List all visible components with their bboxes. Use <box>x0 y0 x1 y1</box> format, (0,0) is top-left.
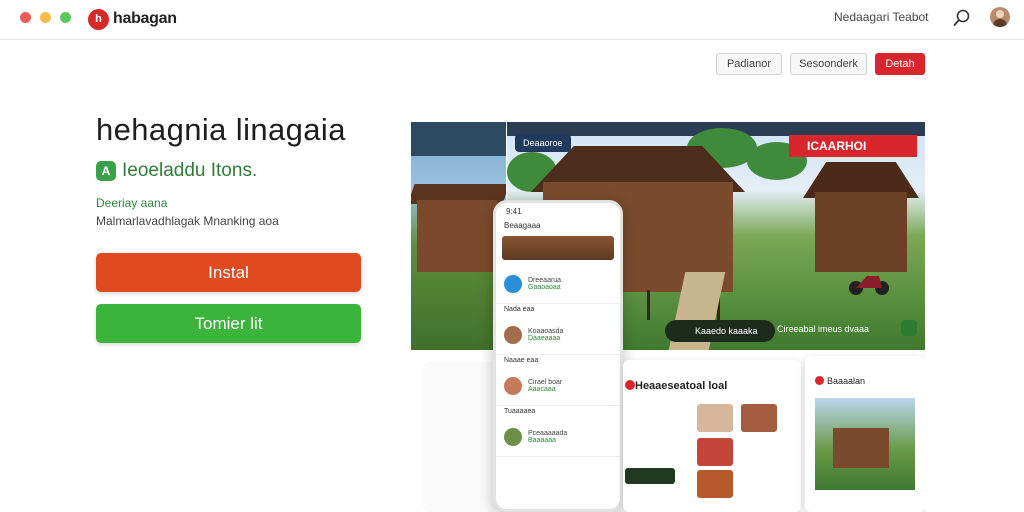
scene-location-pill[interactable]: Deaaoroe <box>515 134 571 152</box>
scene-caption-secondary: Cireeabal imeus dvaaa <box>777 324 870 334</box>
minimize-window-dot[interactable] <box>40 12 51 23</box>
phone-header: Beaagaaa <box>504 221 541 230</box>
thumbnail[interactable] <box>697 438 733 466</box>
phone-mockup: 9:41 Beaagaaa Dreeaarua Gaaoaoaa Nada eaa… <box>493 200 623 512</box>
post-card-title: Baaaalan <box>827 376 866 386</box>
padianor-button[interactable]: Padianor <box>716 53 782 75</box>
subtitle-text: Ieoeladdu Itons. <box>122 160 258 181</box>
chat-avatar <box>504 427 522 446</box>
sesoonderk-button[interactable]: Sesoonderk <box>790 53 867 75</box>
install-button[interactable]: Instal <box>96 253 361 292</box>
chat-name: Dreeaarua <box>528 276 562 284</box>
section-label: Tuaaaaea <box>504 408 536 415</box>
feed-card-title: Heaaeseatoal loal <box>635 380 728 392</box>
search-icon[interactable] <box>953 9 971 27</box>
phone-status-bar: 9:41 <box>506 207 522 216</box>
background-card <box>423 362 498 512</box>
left-house <box>417 200 497 272</box>
chat-name: Pceaaaaada <box>528 429 568 437</box>
chat-sub: Daaeaaaa <box>528 334 561 342</box>
page-title: hehagnia linagaia <box>96 112 346 147</box>
app-showcase: Deaaoroe ICAARHOI Kaaedo kaaaka Cireeaba… <box>411 122 925 512</box>
subtitle: A Ieoeladdu Itons. <box>96 160 257 182</box>
house-stilt <box>647 290 650 320</box>
description: Malmarlavadhlagak Mnanking aoa <box>96 214 279 228</box>
chat-sub: Gaaoaoaa <box>528 283 561 291</box>
scene-red-banner[interactable]: ICAARHOI <box>789 135 917 157</box>
left-screenshot-bar <box>411 122 506 156</box>
list-item[interactable]: Koaaoasda Daaeaaaa <box>496 315 620 355</box>
brand-dot-icon <box>625 380 635 390</box>
brand-logo[interactable]: h habagan <box>88 7 177 31</box>
scene-caption: Kaaedo kaaaka <box>665 320 775 342</box>
left-screenshot <box>411 122 506 350</box>
detah-button[interactable]: Detah <box>875 53 925 75</box>
chat-avatar <box>504 274 522 293</box>
close-window-dot[interactable] <box>20 12 31 23</box>
top-bar: h habagan Nedaagari Teabot <box>0 0 1024 40</box>
motorbike-icon <box>849 276 889 295</box>
list-item[interactable]: Dreeaarua Gaaoaoaa <box>496 264 620 304</box>
header-nav-link[interactable]: Nedaagari Teabot <box>834 10 929 24</box>
list-item[interactable]: Pceaaaaada Baaaaaa <box>496 417 620 457</box>
feed-card[interactable]: Heaaeseatoal loal <box>623 360 801 512</box>
section-label: Nada eaa <box>504 306 535 313</box>
logo-text: habagan <box>113 10 177 27</box>
chat-name: Cirael boar <box>528 378 563 386</box>
post-image-house <box>833 428 889 468</box>
chat-sub: Aaacaaa <box>528 385 556 393</box>
thumbnail[interactable] <box>697 404 733 432</box>
thumbnail[interactable] <box>625 468 675 484</box>
share-icon[interactable] <box>901 320 917 336</box>
chat-name: Koaaoasda <box>528 327 564 335</box>
chat-sub: Baaaaaa <box>528 436 557 444</box>
brand-dot-icon <box>815 376 824 385</box>
chat-avatar <box>504 325 522 344</box>
thumbnail[interactable] <box>741 404 777 432</box>
logo-badge-icon: h <box>88 8 109 30</box>
user-avatar[interactable] <box>990 7 1010 27</box>
post-card[interactable]: Baaaalan <box>805 356 925 512</box>
app-icon: A <box>96 161 116 181</box>
tagline: Deeriay aana <box>96 196 168 210</box>
phone-header-photo <box>502 236 614 260</box>
thumbnail[interactable] <box>697 470 733 498</box>
secondary-button[interactable]: Tomier lit <box>96 304 361 343</box>
section-label: Naaae eaa <box>504 357 539 364</box>
list-item[interactable]: Cirael boar Aaacaaa <box>496 366 620 406</box>
wooden-house <box>815 192 907 272</box>
maximize-window-dot[interactable] <box>60 12 71 23</box>
chat-avatar <box>504 376 522 395</box>
